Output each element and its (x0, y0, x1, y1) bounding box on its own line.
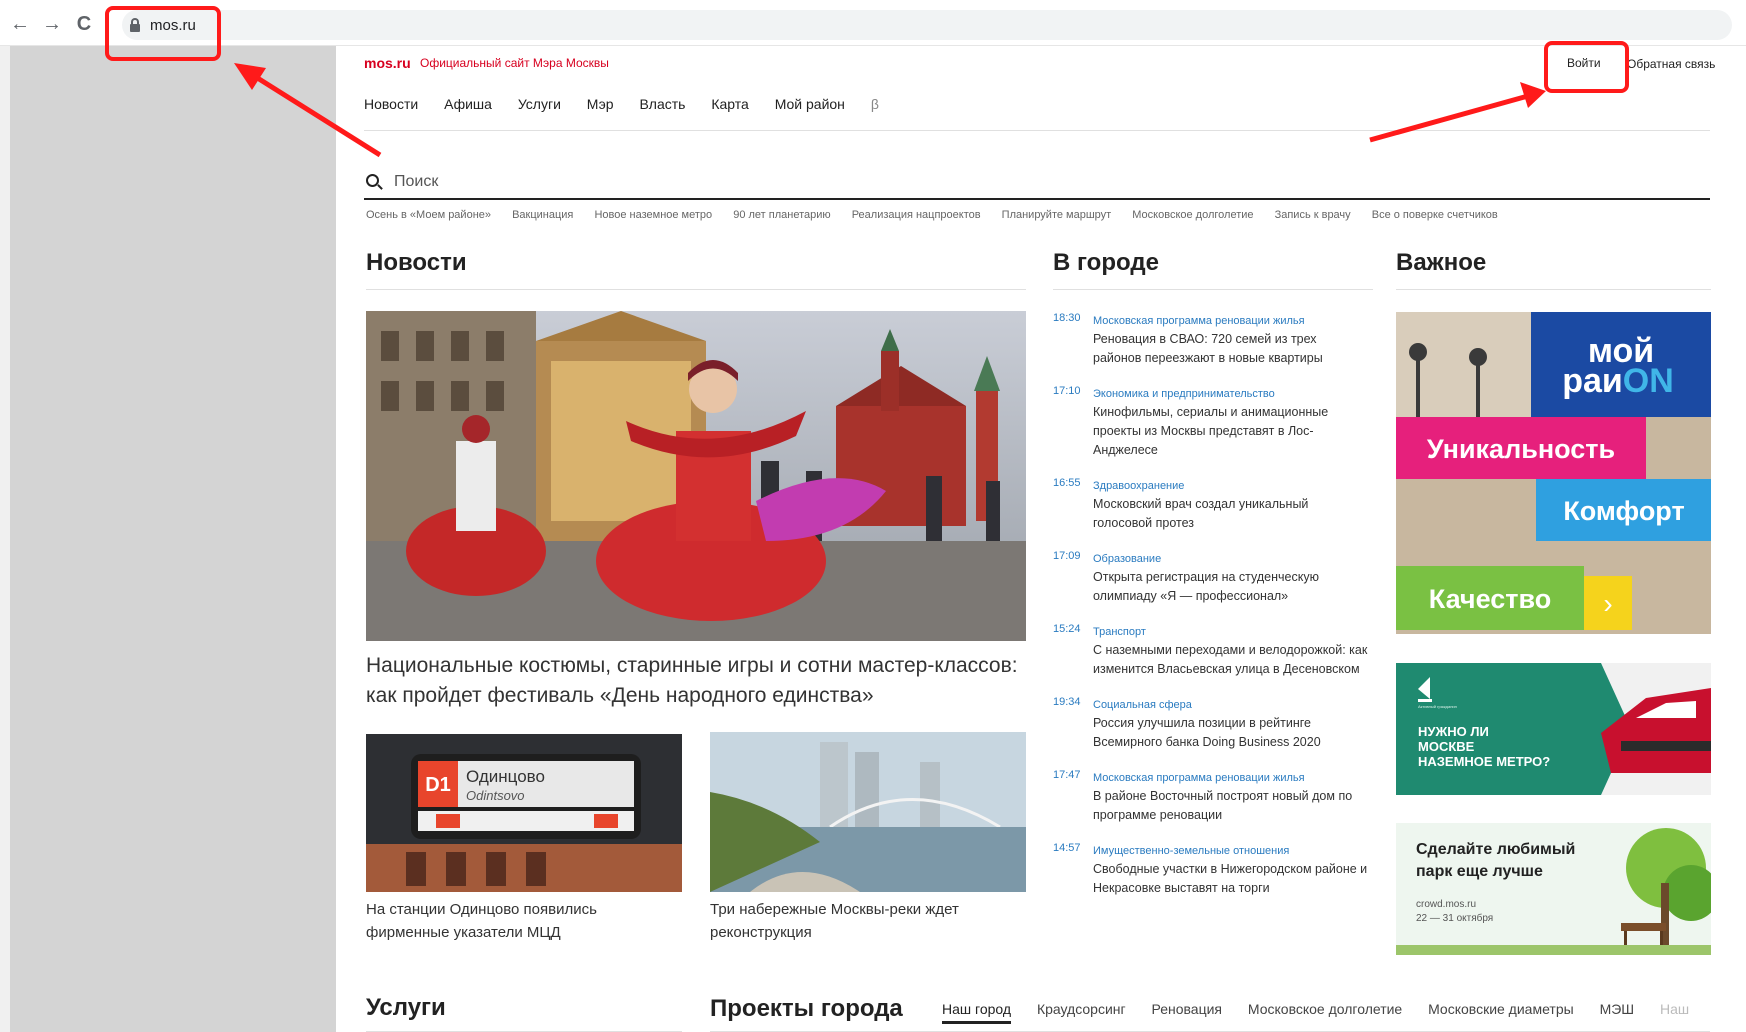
annotation-arrow-url (246, 69, 382, 158)
annotation-arrow-login (1369, 93, 1529, 143)
annotation-arrows (234, 63, 1546, 158)
annotation-arrowhead-url (234, 63, 266, 90)
